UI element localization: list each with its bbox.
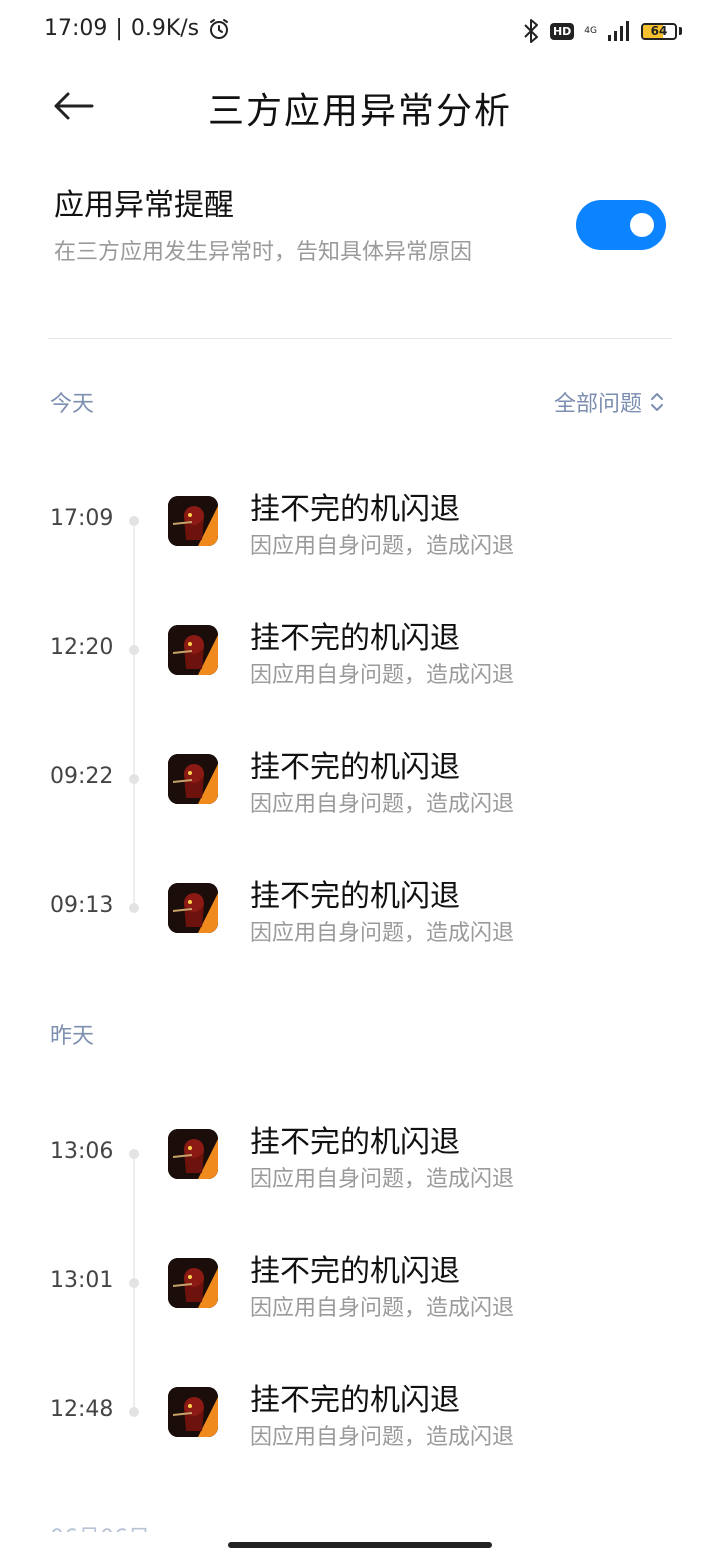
crash-entry[interactable]: 17:09 挂不完的机闪退 因应用自身问题，造成闪退 xyxy=(0,470,720,570)
app-icon xyxy=(168,883,218,933)
app-icon xyxy=(168,1387,218,1437)
entry-subtitle: 因应用自身问题，造成闪退 xyxy=(250,792,515,817)
app-icon xyxy=(168,496,218,546)
anomaly-reminder-toggle[interactable] xyxy=(576,200,666,250)
home-indicator[interactable] xyxy=(228,1542,492,1548)
timeline-line xyxy=(133,520,135,910)
filter-label: 全部问题 xyxy=(553,392,642,417)
clock: 17:09 xyxy=(44,16,108,41)
crash-entry[interactable]: 09:22 挂不完的机闪退 因应用自身问题，造成闪退 xyxy=(0,728,720,828)
page-title: 三方应用异常分析 xyxy=(207,91,512,132)
battery-cap xyxy=(679,27,682,35)
crash-entry[interactable]: 12:20 挂不完的机闪退 因应用自身问题，造成闪退 xyxy=(0,599,720,699)
entry-subtitle: 因应用自身问题，造成闪退 xyxy=(250,663,515,688)
section-label-today: 今天 xyxy=(50,392,95,417)
chevron-up-down-icon xyxy=(651,393,663,411)
app-icon xyxy=(168,1129,218,1179)
entry-subtitle: 因应用自身问题，造成闪退 xyxy=(250,1296,515,1321)
entry-title: 挂不完的机闪退 xyxy=(250,1125,460,1160)
signal-icon xyxy=(608,21,629,41)
entry-time: 13:06 xyxy=(50,1139,114,1164)
entry-title: 挂不完的机闪退 xyxy=(250,1254,460,1289)
timeline-dot xyxy=(129,516,139,526)
entry-time: 12:20 xyxy=(50,635,114,660)
entry-subtitle: 因应用自身问题，造成闪退 xyxy=(250,534,515,559)
entry-title: 挂不完的机闪退 xyxy=(250,492,460,527)
battery-icon: 64 xyxy=(641,22,677,40)
toggle-knob xyxy=(630,213,654,237)
bluetooth-icon xyxy=(524,19,538,43)
entry-subtitle: 因应用自身问题，造成闪退 xyxy=(250,1167,515,1192)
crash-entry[interactable]: 09:13 挂不完的机闪退 因应用自身问题，造成闪退 xyxy=(0,857,720,957)
entry-time: 09:22 xyxy=(50,764,114,789)
problem-filter-dropdown[interactable]: 全部问题 xyxy=(554,386,664,418)
timeline-dot xyxy=(129,774,139,784)
timeline-dot xyxy=(129,903,139,913)
entry-time: 13:01 xyxy=(50,1268,114,1293)
timeline-dot xyxy=(129,1407,139,1417)
entry-time: 12:48 xyxy=(50,1397,114,1422)
entry-title: 挂不完的机闪退 xyxy=(250,621,460,656)
status-left: 17:09 | 0.9K/s xyxy=(44,16,231,41)
entry-title: 挂不完的机闪退 xyxy=(250,879,460,914)
timeline-dot xyxy=(129,645,139,655)
entry-subtitle: 因应用自身问题，造成闪退 xyxy=(250,1425,515,1450)
header: 三方应用异常分析 xyxy=(0,64,720,148)
entry-time: 17:09 xyxy=(50,506,114,531)
section-label-partial: 06月06日 xyxy=(50,1520,150,1532)
status-bar: 17:09 | 0.9K/s HD 4G 64 xyxy=(0,0,720,64)
entry-title: 挂不完的机闪退 xyxy=(250,750,460,785)
timeline-dot xyxy=(129,1278,139,1288)
hd-badge: HD xyxy=(549,22,575,40)
battery-level: 64 xyxy=(650,23,668,38)
status-separator: | xyxy=(115,16,123,41)
status-right: HD 4G 64 xyxy=(522,18,682,44)
app-icon xyxy=(168,625,218,675)
timeline-dot xyxy=(129,1149,139,1159)
crash-entry[interactable]: 13:06 挂不完的机闪退 因应用自身问题，造成闪退 xyxy=(0,1103,720,1203)
crash-entry[interactable]: 13:01 挂不完的机闪退 因应用自身问题，造成闪退 xyxy=(0,1232,720,1332)
section-label-yesterday: 昨天 xyxy=(50,1024,95,1049)
app-icon xyxy=(168,1258,218,1308)
network-speed: 0.9K/s xyxy=(130,16,200,41)
alarm-icon xyxy=(210,18,229,39)
entry-time: 09:13 xyxy=(50,893,114,918)
app-icon xyxy=(168,754,218,804)
setting-anomaly-reminder: 应用异常提醒 在三方应用发生异常时，告知具体异常原因 xyxy=(54,180,674,280)
divider xyxy=(48,338,672,339)
entry-title: 挂不完的机闪退 xyxy=(250,1383,460,1418)
network-type: 4G xyxy=(584,25,597,36)
entry-subtitle: 因应用自身问题，造成闪退 xyxy=(250,921,515,946)
crash-entry[interactable]: 12:48 挂不完的机闪退 因应用自身问题，造成闪退 xyxy=(0,1361,720,1461)
